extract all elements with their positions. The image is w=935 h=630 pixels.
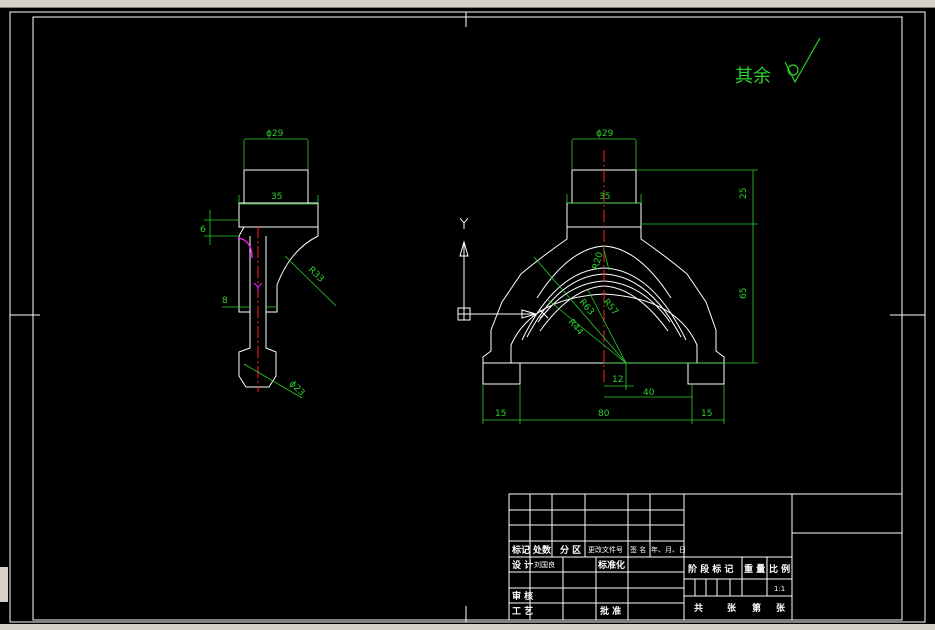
weight-label: 重 量: [744, 563, 765, 575]
header-date: 年、月、日: [651, 545, 686, 554]
left-view: ϕ29 35 6 R33 8 ϕ23: [200, 129, 337, 398]
drawing-canvas[interactable]: 其余 ϕ29 35 6 R33 8 ϕ23 ϕ29 35 25 65 R20 R…: [0, 0, 935, 630]
ucs-icon: [457, 217, 549, 321]
scale-label: 比 例: [769, 563, 790, 575]
sheet-index-prefix: 第: [752, 602, 761, 614]
left-view-outline: [238, 169, 319, 388]
outer-frame: [9, 11, 926, 623]
front-dim-phi29: ϕ29: [596, 129, 614, 139]
left-dim-6: 6: [200, 225, 206, 235]
front-dim-r44: R44: [566, 318, 585, 338]
header-mark: 标记: [511, 544, 530, 556]
surface-note-text: 其余: [735, 66, 771, 87]
designer-name: 刘国良: [534, 560, 555, 569]
stage-mark-label: 阶 段 标 记: [688, 563, 733, 575]
surface-finish-note: 其余: [735, 37, 821, 87]
header-sign: 签 名: [630, 545, 646, 554]
standardize-label: 标准化: [597, 559, 625, 571]
sheet-total-prefix: 共: [694, 602, 703, 614]
roughness-symbol-icon: [784, 37, 821, 84]
header-zone: 分 区: [560, 544, 581, 556]
front-dim-35: 35: [599, 192, 610, 202]
front-view: ϕ29 35 25 65 R20 R63 R57 R44 12 40 15 80…: [482, 129, 758, 424]
front-dim-r63: R63: [577, 298, 596, 318]
row-design: 设 计: [512, 559, 533, 571]
left-dim-phi29: ϕ29: [266, 129, 284, 139]
header-count: 处数: [532, 544, 552, 556]
left-dim-35: 35: [271, 192, 282, 202]
left-center-mark-icon: [253, 282, 263, 292]
header-change-doc: 更改文件号: [588, 545, 623, 554]
title-block: 标记 处数 分 区 更改文件号 签 名 年、月、日 设 计 刘国良 标准化 审 …: [508, 493, 903, 621]
front-dim-80: 80: [598, 409, 610, 419]
inner-frame: [32, 16, 903, 621]
sheet-total-suffix: 张: [727, 602, 737, 614]
left-dim-phi23: ϕ23: [287, 379, 306, 398]
row-process: 工 艺: [512, 605, 533, 617]
centering-marks: [10, 12, 925, 622]
front-dim-25: 25: [739, 188, 749, 199]
front-dim-65: 65: [739, 288, 749, 299]
left-dim-r33: R33: [306, 265, 326, 285]
row-review: 审 核: [512, 590, 533, 602]
front-dim-12: 12: [612, 375, 623, 385]
scale-value: 1:1: [774, 585, 785, 593]
front-dim-40: 40: [643, 388, 655, 398]
sheet-index-suffix: 张: [776, 602, 786, 614]
approve-label: 批 准: [600, 605, 621, 617]
front-dim-15-left: 15: [495, 409, 506, 419]
left-dim-8: 8: [222, 296, 228, 306]
front-dim-15-right: 15: [701, 409, 712, 419]
